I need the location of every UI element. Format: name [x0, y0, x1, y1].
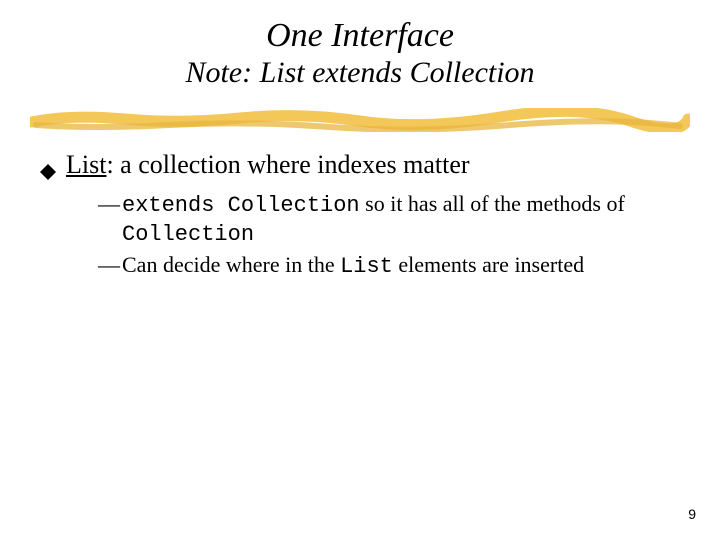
slide: One Interface Note: List extends Collect… [0, 0, 720, 540]
dash-bullet-icon: — [98, 191, 120, 218]
bullet-level1: List: a collection where indexes matter [40, 150, 680, 181]
sub-bullet-code: extends Collection [122, 193, 360, 218]
bullet-term: List [66, 150, 106, 179]
sub-bullet-text: Can decide where in the [122, 252, 340, 277]
page-number: 9 [688, 506, 696, 522]
sub-bullet-code: List [340, 254, 393, 279]
diamond-bullet-icon [40, 157, 56, 188]
slide-subtitle: Note: List extends Collection [0, 56, 720, 90]
title-underline [30, 108, 690, 132]
sub-bullet-text: so it has all of the methods of [360, 191, 625, 216]
sub-bullet: — extends Collection so it has all of th… [98, 191, 680, 249]
dash-bullet-icon: — [98, 252, 120, 279]
bullet-text: : a collection where indexes matter [106, 150, 469, 179]
sub-bullet-code: Collection [122, 222, 254, 247]
bullet-level2-group: — extends Collection so it has all of th… [40, 191, 680, 281]
slide-title: One Interface [0, 0, 720, 54]
sub-bullet: — Can decide where in the List elements … [98, 252, 680, 281]
body: List: a collection where indexes matter … [40, 150, 680, 285]
sub-bullet-text: elements are inserted [393, 252, 584, 277]
